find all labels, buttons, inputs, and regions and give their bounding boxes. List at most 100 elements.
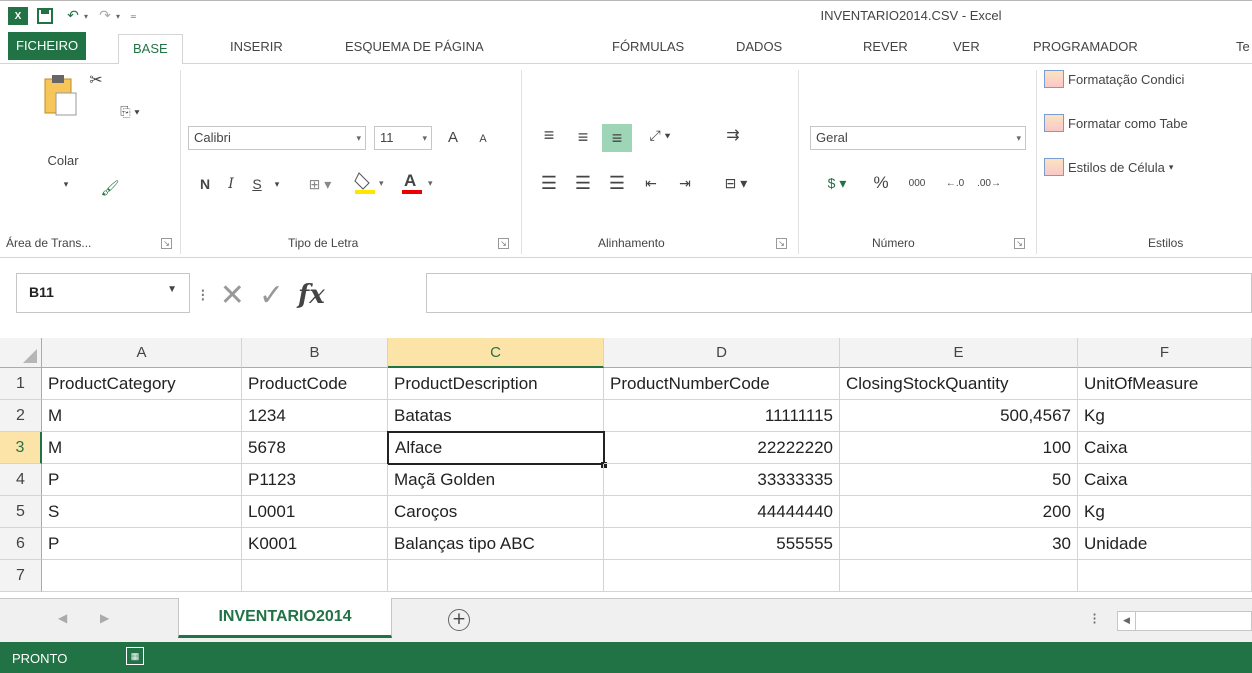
add-sheet-button[interactable]: + [448, 609, 470, 631]
font-size-combo[interactable]: 11 ▾ [374, 126, 432, 150]
cell-b1[interactable]: ProductCode [242, 368, 388, 400]
row-header[interactable]: 7 [0, 560, 42, 592]
merge-center-icon[interactable]: ⊟ ▾ [714, 170, 758, 196]
orientation-icon[interactable]: ⤢ ▾ [640, 122, 680, 148]
cell-b7[interactable] [242, 560, 388, 592]
tab-truncated[interactable]: Te [1236, 30, 1250, 64]
cell-d6[interactable]: 555555 [604, 528, 840, 560]
cell-a4[interactable]: P [42, 464, 242, 496]
row-header[interactable]: 3 [0, 432, 42, 464]
cell-f4[interactable]: Caixa [1078, 464, 1252, 496]
cell-c5[interactable]: Caroços [388, 496, 604, 528]
cell-f3[interactable]: Caixa [1078, 432, 1252, 464]
clipboard-launcher-icon[interactable]: ↘ [161, 238, 172, 249]
cell-e5[interactable]: 200 [840, 496, 1078, 528]
wrap-text-icon[interactable]: ⇉ [718, 122, 748, 148]
tab-file[interactable]: FICHEIRO [8, 32, 87, 60]
shrink-font-button[interactable]: A [470, 126, 496, 152]
tab-review[interactable]: REVER [863, 30, 908, 64]
cell-d2[interactable]: 11111115 [604, 400, 840, 432]
cell-a2[interactable]: M [42, 400, 242, 432]
cell-b2[interactable]: 1234 [242, 400, 388, 432]
font-launcher-icon[interactable]: ↘ [498, 238, 509, 249]
cell-b5[interactable]: L0001 [242, 496, 388, 528]
row-header[interactable]: 5 [0, 496, 42, 528]
increase-indent-icon[interactable]: ⇥ [670, 170, 700, 196]
macro-recording-icon[interactable]: ▦ [126, 647, 144, 665]
conditional-formatting-button[interactable]: Formatação Condici [1044, 70, 1184, 88]
accounting-format-icon[interactable]: $ ▾ [812, 170, 862, 196]
align-right-icon[interactable]: ☰ [602, 170, 632, 196]
cancel-icon[interactable]: ✕ [220, 278, 245, 313]
cell-e1[interactable]: ClosingStockQuantity [840, 368, 1078, 400]
tab-formulas[interactable]: FÓRMULAS [612, 30, 684, 64]
underline-button[interactable]: S [246, 172, 268, 196]
borders-icon[interactable]: ⊞ ▾ [300, 172, 340, 196]
paste-dropdown-icon[interactable]: ▾ [58, 176, 74, 192]
cell-c1[interactable]: ProductDescription [388, 368, 604, 400]
grow-font-button[interactable]: A [440, 124, 466, 150]
cell-b4[interactable]: P1123 [242, 464, 388, 496]
column-header-b[interactable]: B [242, 338, 388, 368]
align-center-icon[interactable]: ☰ [568, 170, 598, 196]
fill-color-icon[interactable]: ▾ [350, 168, 392, 196]
cell-e4[interactable]: 50 [840, 464, 1078, 496]
cell-styles-button[interactable]: Estilos de Célula ▾ [1044, 158, 1173, 176]
cell-f1[interactable]: UnitOfMeasure [1078, 368, 1252, 400]
cell-e7[interactable] [840, 560, 1078, 592]
thousands-button[interactable]: 000 [900, 170, 934, 196]
cell-e6[interactable]: 30 [840, 528, 1078, 560]
bold-button[interactable]: N [194, 172, 216, 196]
tab-home[interactable]: BASE [118, 34, 183, 65]
column-header-d[interactable]: D [604, 338, 840, 368]
paste-label[interactable]: Colar [47, 150, 78, 170]
scroll-sheets-left-icon[interactable]: ◀ [58, 611, 67, 625]
align-bottom-icon[interactable]: ≡ [602, 124, 632, 152]
cell-f5[interactable]: Kg [1078, 496, 1252, 528]
sheet-tab-inventario2014[interactable]: INVENTARIO2014 [178, 598, 392, 638]
enter-icon[interactable]: ✓ [259, 278, 284, 313]
cell-d1[interactable]: ProductNumberCode [604, 368, 840, 400]
cell-a3[interactable]: M [42, 432, 242, 464]
column-header-a[interactable]: A [42, 338, 242, 368]
cell-d7[interactable] [604, 560, 840, 592]
font-color-icon[interactable]: A ▾ [398, 168, 442, 196]
tab-splitter-icon[interactable]: ⁝ [1092, 609, 1097, 628]
cell-a5[interactable]: S [42, 496, 242, 528]
cell-f2[interactable]: Kg [1078, 400, 1252, 432]
cell-b3[interactable]: 5678 [242, 432, 388, 464]
horizontal-scrollbar[interactable]: ◀ [1117, 611, 1252, 631]
number-format-combo[interactable]: Geral ▾ [810, 126, 1026, 150]
column-header-e[interactable]: E [840, 338, 1078, 368]
paste-icon[interactable] [40, 72, 80, 118]
formula-input[interactable] [426, 273, 1252, 313]
row-header[interactable]: 2 [0, 400, 42, 432]
cut-icon[interactable]: ✂ [84, 68, 108, 92]
align-top-icon[interactable]: ≡ [534, 122, 564, 148]
row-header[interactable]: 6 [0, 528, 42, 560]
cell-a1[interactable]: ProductCategory [42, 368, 242, 400]
cell-d4[interactable]: 33333335 [604, 464, 840, 496]
row-header[interactable]: 1 [0, 368, 42, 400]
tab-page-layout[interactable]: ESQUEMA DE PÁGINA [345, 30, 484, 64]
decrease-decimal-icon[interactable]: .00→ [974, 170, 1004, 196]
decrease-indent-icon[interactable]: ⇤ [636, 170, 666, 196]
cell-f6[interactable]: Unidade [1078, 528, 1252, 560]
select-all-button[interactable] [0, 338, 42, 368]
cell-c7[interactable] [388, 560, 604, 592]
cell-c2[interactable]: Batatas [388, 400, 604, 432]
font-name-combo[interactable]: Calibri ▾ [188, 126, 366, 150]
cell-a6[interactable]: P [42, 528, 242, 560]
scroll-left-icon[interactable]: ◀ [1118, 612, 1136, 630]
copy-icon[interactable]: ⎘ ▾ [108, 100, 152, 124]
italic-button[interactable]: I [220, 172, 242, 196]
format-painter-icon[interactable]: 🖌 [98, 176, 122, 200]
scroll-sheets-right-icon[interactable]: ▶ [100, 611, 109, 625]
row-header[interactable]: 4 [0, 464, 42, 496]
tab-view[interactable]: VER [953, 30, 980, 64]
alignment-launcher-icon[interactable]: ↘ [776, 238, 787, 249]
align-left-icon[interactable]: ☰ [534, 170, 564, 196]
number-launcher-icon[interactable]: ↘ [1014, 238, 1025, 249]
tab-data[interactable]: DADOS [736, 30, 782, 64]
cell-c6[interactable]: Balanças tipo ABC [388, 528, 604, 560]
